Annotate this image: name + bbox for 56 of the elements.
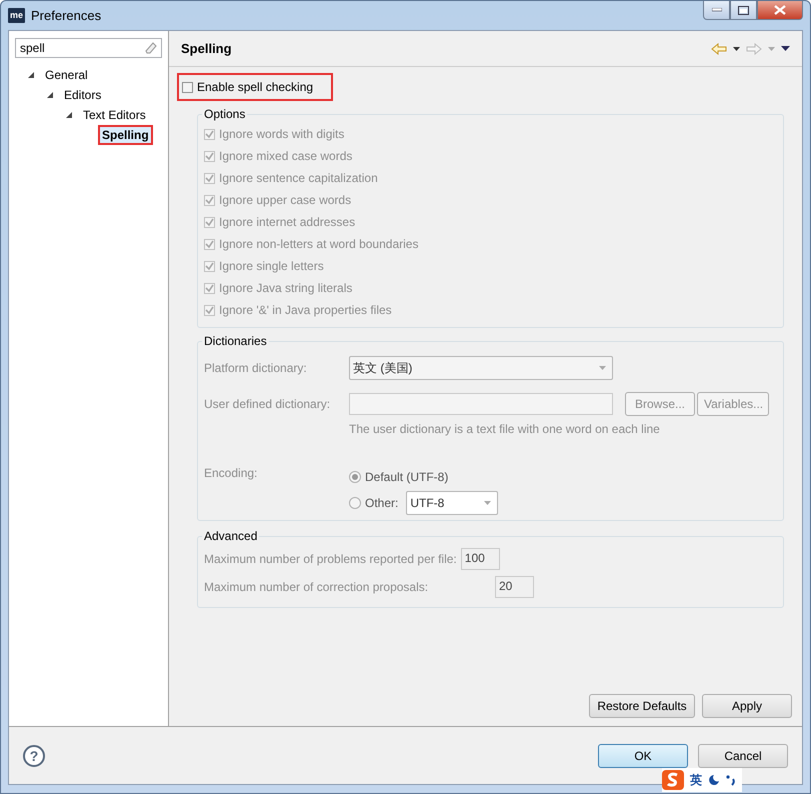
- view-menu-icon[interactable]: [781, 46, 790, 51]
- tree-item[interactable]: Text Editors: [79, 105, 150, 125]
- close-button[interactable]: [757, 1, 803, 20]
- dictionary-path-field[interactable]: [349, 393, 613, 415]
- field-label: User defined dictionary:: [204, 397, 332, 411]
- page-title: Spelling: [181, 41, 232, 56]
- field-label: Maximum number of correction proposals:: [204, 580, 430, 594]
- moon-icon[interactable]: [708, 774, 720, 786]
- number-field[interactable]: 20: [495, 576, 534, 598]
- check-icon: [205, 218, 214, 226]
- ime-toolbar[interactable]: 英: [662, 768, 742, 792]
- field-label: Platform dictionary:: [204, 361, 308, 375]
- field-label: Encoding:: [204, 466, 258, 480]
- cancel-button[interactable]: Cancel: [698, 744, 788, 768]
- hint-text: The user dictionary is a text file with one word on each line: [348, 422, 661, 438]
- minimize-button[interactable]: [703, 1, 730, 20]
- tree-item[interactable]: General: [41, 65, 92, 85]
- dictionary-dropdown[interactable]: 英文 (美国): [349, 356, 613, 380]
- encoding-dropdown[interactable]: UTF-8: [406, 491, 498, 515]
- punctuation-icon[interactable]: [726, 774, 736, 786]
- apply-button[interactable]: Apply: [702, 694, 792, 718]
- enable-checkbox[interactable]: Enable spell checking: [177, 73, 334, 101]
- group-title: Options: [203, 107, 246, 121]
- group-title: Advanced: [203, 529, 258, 543]
- dropdown-arrow-icon[interactable]: [733, 46, 740, 50]
- tree-item[interactable]: Editors: [60, 85, 106, 105]
- check-icon: [205, 284, 214, 292]
- encoding-radio[interactable]: Default (UTF-8): [349, 470, 448, 484]
- filter-field[interactable]: spell: [15, 38, 162, 58]
- check-icon: [205, 174, 214, 182]
- expand-triangle-icon[interactable]: [46, 91, 54, 99]
- check-icon: [205, 152, 214, 160]
- window-title: Preferences: [31, 8, 102, 23]
- maximize-icon: [738, 6, 749, 14]
- app-logo: me: [8, 8, 26, 23]
- close-icon: [774, 5, 786, 15]
- expand-triangle-icon[interactable]: [65, 111, 73, 119]
- help-button[interactable]: ?: [23, 744, 45, 766]
- minimize-icon: [712, 8, 722, 12]
- check-icon: [205, 130, 214, 138]
- tree-item[interactable]: Spelling: [98, 125, 153, 145]
- check-icon: [205, 240, 214, 248]
- check-icon: [205, 196, 214, 204]
- eraser-icon[interactable]: [145, 42, 157, 54]
- restore-defaults-button[interactable]: Restore Defaults: [589, 694, 695, 718]
- s-logo-icon[interactable]: [662, 770, 684, 790]
- encoding-radio[interactable]: Other:: [349, 496, 398, 510]
- ok-button[interactable]: OK: [598, 744, 688, 768]
- field-label: Maximum number of problems reported per file:: [204, 552, 457, 566]
- maximize-button[interactable]: [730, 1, 757, 20]
- expand-triangle-icon[interactable]: [27, 71, 35, 79]
- check-icon: [205, 306, 214, 314]
- check-icon: [205, 262, 214, 270]
- input-mode-label[interactable]: 英: [690, 772, 702, 788]
- number-field[interactable]: 100: [460, 548, 500, 570]
- group-title: Dictionaries: [203, 334, 268, 348]
